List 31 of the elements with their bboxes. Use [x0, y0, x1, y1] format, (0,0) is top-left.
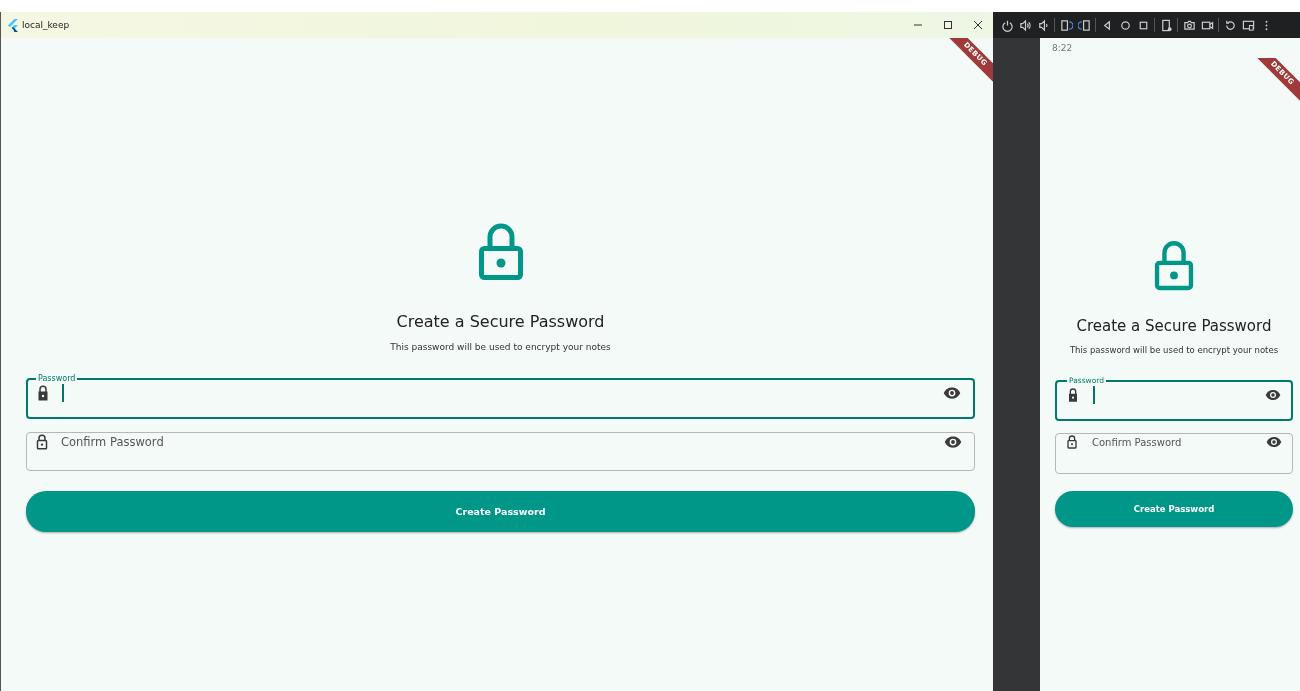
create-password-button[interactable]: Create Password [26, 491, 975, 532]
screen-subtitle: This password will be used to encrypt your notes [1069, 345, 1279, 355]
app-logo-icon [7, 18, 18, 32]
volume-down-icon[interactable] [1036, 18, 1050, 32]
phone-settings-icon[interactable] [1159, 18, 1173, 32]
eye-icon[interactable] [1265, 387, 1281, 403]
lock-icon [1154, 239, 1194, 291]
screen-subtitle: This password will be used to encrypt your notes [390, 342, 611, 352]
volume-up-icon[interactable] [1018, 18, 1032, 32]
maximize-icon[interactable] [943, 20, 953, 30]
confirm-password-field[interactable]: Confirm Password [26, 432, 975, 471]
eye-icon[interactable] [1266, 434, 1282, 450]
eye-icon[interactable] [943, 384, 961, 402]
replay-icon[interactable] [1223, 18, 1237, 32]
screen-heading: Create a Secure Password [1076, 317, 1272, 335]
home-icon[interactable] [1118, 18, 1132, 32]
create-password-button[interactable]: Create Password [1055, 491, 1293, 527]
window-title: local_keep [22, 20, 71, 30]
status-time: 8:22 [1052, 43, 1073, 53]
screen-heading: Create a Secure Password [396, 312, 605, 331]
rotate-right-icon[interactable] [1077, 18, 1091, 32]
screen-record-icon[interactable] [1241, 18, 1255, 32]
confirm-password-field[interactable]: Confirm Password [1055, 433, 1293, 474]
lock-icon [477, 222, 524, 280]
lock-icon [1064, 434, 1080, 450]
close-icon[interactable] [973, 20, 983, 30]
power-icon[interactable] [1000, 18, 1014, 32]
rotate-left-icon[interactable] [1059, 18, 1073, 32]
eye-icon[interactable] [944, 433, 962, 451]
password-field[interactable]: Password [26, 374, 975, 419]
camera-icon[interactable] [1182, 18, 1196, 32]
